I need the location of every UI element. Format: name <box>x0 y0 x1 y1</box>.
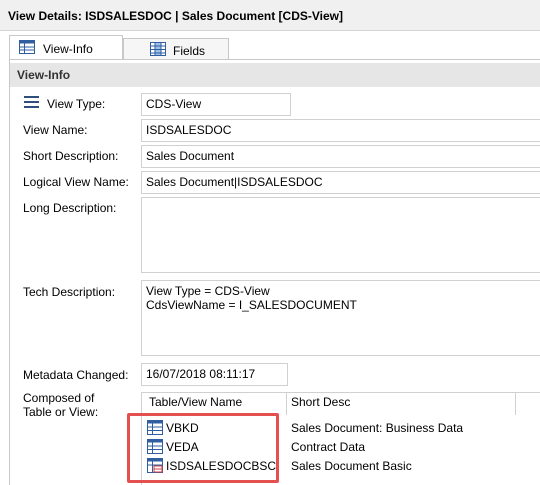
column-header-name[interactable]: Table/View Name <box>149 395 242 409</box>
view-type-label: View Type: <box>47 97 106 111</box>
short-description-value: Sales Document <box>146 149 235 163</box>
column-separator[interactable] <box>286 393 287 415</box>
logical-view-name-label: Logical View Name: <box>23 175 129 189</box>
tab-label: View-Info <box>43 42 93 56</box>
short-description-field[interactable]: Sales Document <box>141 145 540 168</box>
metadata-changed-label: Metadata Changed: <box>23 368 129 382</box>
logical-view-name-field[interactable]: Sales Document|ISDSALESDOC <box>141 171 540 194</box>
view-name-field[interactable]: ISDSALESDOC <box>141 119 540 142</box>
highlight-box <box>127 413 279 483</box>
composed-of-label: Composed of Table or View: <box>23 391 99 419</box>
column-header-desc[interactable]: Short Desc <box>291 395 350 409</box>
section-title: View-Info <box>17 68 71 82</box>
tech-description-field[interactable]: View Type = CDS-View CdsViewName = I_SAL… <box>141 280 540 356</box>
table-desc-cell: Contract Data <box>291 440 366 454</box>
tab-view-info[interactable]: View-Info <box>9 35 123 62</box>
long-description-field[interactable] <box>141 197 540 273</box>
window-title-bar: View Details: ISDSALESDOC | Sales Docume… <box>0 0 540 31</box>
columns-icon <box>150 42 166 56</box>
tab-label: Fields <box>173 44 206 58</box>
metadata-changed-value: 16/07/2018 08:11:17 <box>146 367 256 381</box>
section-header: View-Info <box>10 63 540 87</box>
table-desc-cell: Sales Document: Business Data <box>291 421 464 435</box>
view-type-field[interactable]: CDS-View <box>141 93 291 116</box>
view-name-label: View Name: <box>23 123 88 137</box>
view-name-value: ISDSALESDOC <box>146 123 232 137</box>
logical-view-name-value: Sales Document|ISDSALESDOC <box>146 175 323 189</box>
view-type-value: CDS-View <box>146 97 202 111</box>
tech-description-label: Tech Description: <box>23 285 116 299</box>
long-description-label: Long Description: <box>23 201 117 215</box>
window-title: View Details: ISDSALESDOC | Sales Docume… <box>8 9 343 23</box>
column-separator[interactable] <box>515 393 516 415</box>
table-icon <box>19 40 35 54</box>
table-desc-cell: Sales Document Basic <box>291 459 412 473</box>
tech-description-value: View Type = CDS-View CdsViewName = I_SAL… <box>146 284 357 312</box>
short-description-label: Short Description: <box>23 149 119 163</box>
metadata-changed-field[interactable]: 16/07/2018 08:11:17 <box>141 363 288 386</box>
menu-icon <box>24 96 39 108</box>
